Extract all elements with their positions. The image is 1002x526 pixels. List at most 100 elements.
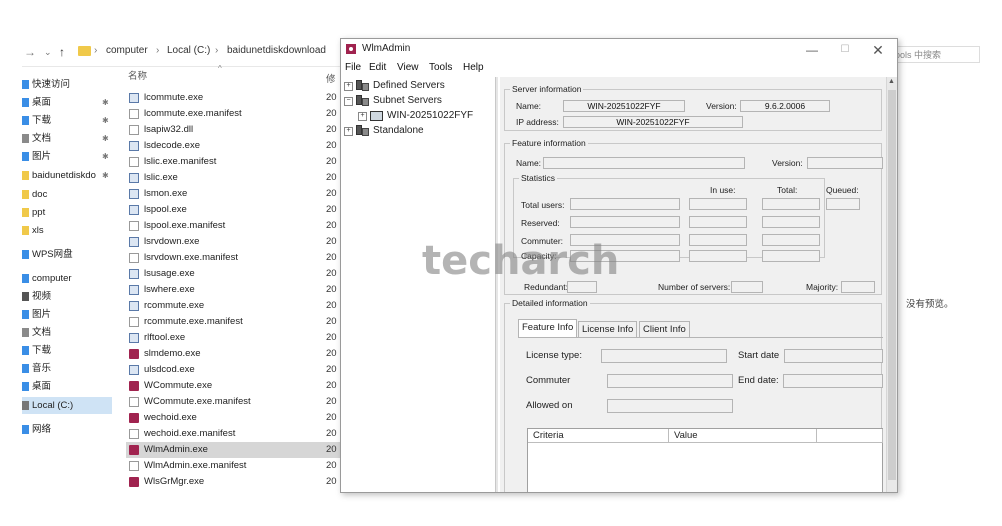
server-name-field[interactable]: WIN-20251022FYF xyxy=(563,100,685,112)
total-users-queued-field[interactable] xyxy=(826,198,860,210)
scroll-thumb[interactable] xyxy=(888,90,896,480)
total-users-total-field[interactable] xyxy=(762,198,820,210)
file-row[interactable]: lsmon.exe 20 xyxy=(126,186,340,202)
minimize-button[interactable]: — xyxy=(795,39,829,61)
title-bar[interactable]: WlmAdmin — ☐ ✕ xyxy=(341,39,897,61)
scroll-up-icon[interactable]: ▲ xyxy=(888,78,895,85)
sidebar-item[interactable]: 下载 xyxy=(22,342,112,359)
majority-field[interactable] xyxy=(841,281,875,293)
end-date-field[interactable] xyxy=(783,374,883,388)
total-users-inuse-field[interactable] xyxy=(689,198,747,210)
file-row[interactable]: ulsdcod.exe 20 xyxy=(126,362,340,378)
total-users-field[interactable] xyxy=(570,198,680,210)
close-button[interactable]: ✕ xyxy=(861,39,895,61)
tree-item-subnet-servers[interactable]: − Subnet Servers xyxy=(344,94,494,108)
file-row[interactable]: WlmAdmin.exe.manifest 20 xyxy=(126,458,340,474)
commuter-inuse-field[interactable] xyxy=(689,234,747,246)
file-row[interactable]: rcommute.exe 20 xyxy=(126,298,340,314)
server-version-field[interactable]: 9.6.2.0006 xyxy=(740,100,830,112)
file-row[interactable]: lcommute.exe 20 xyxy=(126,90,340,106)
menu-help[interactable]: Help xyxy=(463,62,484,73)
column-header-criteria[interactable]: Criteria xyxy=(528,429,669,443)
file-row[interactable]: rlftool.exe 20 xyxy=(126,330,340,346)
reserved-field[interactable] xyxy=(570,216,680,228)
file-row[interactable]: lslic.exe 20 xyxy=(126,170,340,186)
breadcrumb-computer[interactable]: computer xyxy=(106,45,148,56)
menu-tools[interactable]: Tools xyxy=(429,62,452,73)
file-row[interactable]: lsdecode.exe 20 xyxy=(126,138,340,154)
tab-client-info[interactable]: Client Info xyxy=(639,321,690,337)
sidebar-item[interactable]: computer xyxy=(22,270,112,287)
feature-version-field[interactable] xyxy=(807,157,883,169)
vertical-scrollbar[interactable]: ▲ xyxy=(886,77,897,492)
collapse-icon[interactable]: − xyxy=(344,97,353,106)
start-date-field[interactable] xyxy=(784,349,883,363)
expand-icon[interactable]: + xyxy=(358,112,367,121)
file-row[interactable]: lspool.exe 20 xyxy=(126,202,340,218)
sidebar-item[interactable]: 快速访问 xyxy=(22,76,112,93)
sidebar-item[interactable]: xls xyxy=(22,222,112,239)
address-bar[interactable]: → ⌄ ↑ › computer › Local (C:) › baidunet… xyxy=(22,38,362,67)
sidebar-item[interactable]: 桌面 xyxy=(22,378,112,395)
file-row[interactable]: wechoid.exe 20 xyxy=(126,410,340,426)
sidebar-item[interactable]: 音乐 xyxy=(22,360,112,377)
column-header-value[interactable]: Value xyxy=(669,429,817,443)
forward-icon[interactable]: → xyxy=(24,45,36,59)
file-row[interactable]: lsrvdown.exe.manifest 20 xyxy=(126,250,340,266)
pin-icon[interactable]: ✱ xyxy=(102,167,109,184)
file-row[interactable]: WCommute.exe 20 xyxy=(126,378,340,394)
breadcrumb-baidunetdiskdownload[interactable]: baidunetdiskdownload xyxy=(227,45,326,56)
tree-item-defined-servers[interactable]: + Defined Servers xyxy=(344,79,494,93)
license-type-field[interactable] xyxy=(601,349,727,363)
sidebar-item[interactable]: 桌面 ✱ xyxy=(22,94,112,111)
reserved-total-field[interactable] xyxy=(762,216,820,228)
menu-view[interactable]: View xyxy=(397,62,419,73)
commuter-total-field[interactable] xyxy=(762,234,820,246)
tab-feature-info[interactable]: Feature Info xyxy=(518,319,578,337)
ip-address-field[interactable]: WIN-20251022FYF xyxy=(563,116,743,128)
sidebar-item[interactable]: WPS网盘 xyxy=(22,246,112,263)
file-row[interactable]: lsrvdown.exe 20 xyxy=(126,234,340,250)
pin-icon[interactable]: ✱ xyxy=(102,112,109,129)
menu-edit[interactable]: Edit xyxy=(369,62,386,73)
sidebar-item[interactable]: 图片 xyxy=(22,306,112,323)
sidebar-item[interactable]: 图片 ✱ xyxy=(22,148,112,165)
file-row[interactable]: lsapiw32.dll 20 xyxy=(126,122,340,138)
file-row[interactable]: wechoid.exe.manifest 20 xyxy=(126,426,340,442)
tab-license-info[interactable]: License Info xyxy=(578,321,638,337)
file-row[interactable]: WCommute.exe.manifest 20 xyxy=(126,394,340,410)
pane-splitter[interactable] xyxy=(495,77,498,492)
capacity-total-field[interactable] xyxy=(762,250,820,262)
column-header-name[interactable]: 名称 xyxy=(128,68,147,82)
maximize-button[interactable]: ☐ xyxy=(828,39,862,61)
sidebar-item[interactable]: 下载 ✱ xyxy=(22,112,112,129)
pin-icon[interactable]: ✱ xyxy=(102,130,109,147)
sidebar-item[interactable]: 视频 xyxy=(22,288,112,305)
sidebar-item[interactable]: doc xyxy=(22,186,112,203)
feature-name-field[interactable] xyxy=(543,157,745,169)
sidebar-item[interactable]: 文档 ✱ xyxy=(22,130,112,147)
criteria-table[interactable]: Criteria Value xyxy=(527,428,883,492)
sidebar-item[interactable]: baidunetdiskdo ✱ xyxy=(22,167,112,184)
reserved-inuse-field[interactable] xyxy=(689,216,747,228)
sidebar-item[interactable]: ppt xyxy=(22,204,112,221)
sidebar-item[interactable]: Local (C:) xyxy=(22,397,112,414)
chevron-down-icon[interactable]: ⌄ xyxy=(44,47,52,58)
detail-commuter-field[interactable] xyxy=(607,374,733,388)
pin-icon[interactable]: ✱ xyxy=(102,94,109,111)
sidebar-item[interactable]: 文档 xyxy=(22,324,112,341)
file-row[interactable]: rcommute.exe.manifest 20 xyxy=(126,314,340,330)
allowed-on-field[interactable] xyxy=(607,399,733,413)
file-row[interactable]: WlmAdmin.exe 20 xyxy=(126,442,340,458)
search-input[interactable]: ools 中搜索 xyxy=(891,46,980,63)
pin-icon[interactable]: ✱ xyxy=(102,148,109,165)
breadcrumb-local-c[interactable]: Local (C:) xyxy=(167,45,210,56)
column-header-blank[interactable] xyxy=(817,429,883,443)
file-row[interactable]: lswhere.exe 20 xyxy=(126,282,340,298)
column-header-date[interactable]: 修 xyxy=(326,71,336,85)
tree-item-server-win[interactable]: + WIN-20251022FYF xyxy=(358,109,494,123)
file-row[interactable]: slmdemo.exe 20 xyxy=(126,346,340,362)
file-row[interactable]: lsusage.exe 20 xyxy=(126,266,340,282)
expand-icon[interactable]: + xyxy=(344,82,353,91)
menu-file[interactable]: File xyxy=(345,62,361,73)
